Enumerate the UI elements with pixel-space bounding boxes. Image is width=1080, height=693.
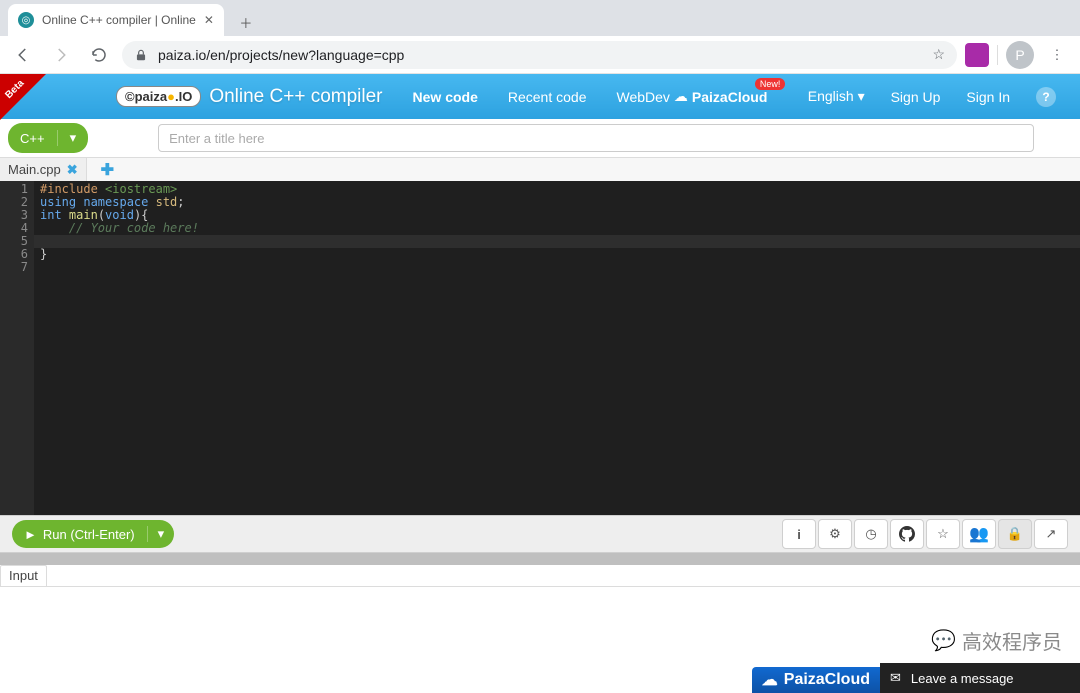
lock-icon: 🔒 (1007, 526, 1023, 542)
history-button[interactable]: ◷ (854, 519, 888, 549)
title-placeholder: Enter a title here (169, 131, 264, 146)
toolbar-icons: i ⚙ ◷ ☆ 👥 🔒 ↗ (782, 519, 1068, 549)
title-input[interactable]: Enter a title here (158, 124, 1034, 152)
caret-down-icon: ▾ (858, 88, 865, 104)
new-badge: New! (755, 78, 786, 90)
mail-icon: ✉ (890, 670, 901, 686)
github-icon (899, 526, 915, 542)
language-selector[interactable]: English ▾ (808, 88, 865, 105)
nav-recent-code[interactable]: Recent code (508, 88, 587, 105)
extension-icon[interactable] (965, 43, 989, 67)
browser-menu-button[interactable]: ⋮ (1042, 47, 1072, 63)
signin-link[interactable]: Sign In (966, 89, 1010, 105)
address-bar[interactable]: paiza.io/en/projects/new?language=cpp ☆ (122, 41, 957, 69)
lock-icon (134, 48, 148, 62)
cloud-icon: ☁ (762, 670, 778, 690)
editor-gutter: 1 2 3 4 5 6 7 (0, 181, 34, 515)
add-file-button[interactable]: ✚ (87, 160, 114, 180)
watermark-text: 高效程序员 (962, 626, 1062, 655)
wechat-icon: 💬 (931, 628, 956, 653)
language-name: C++ (8, 131, 57, 146)
brand-logo[interactable]: ©paiza●.IO (116, 86, 201, 107)
file-tab-row: Main.cpp ✖ ✚ (0, 157, 1080, 181)
code-editor[interactable]: 1 2 3 4 5 6 7 #include <iostream> using … (0, 181, 1080, 515)
io-tab-row: Input (0, 565, 1080, 587)
separator-bar (0, 553, 1080, 565)
nav-reload-button[interactable] (84, 40, 114, 70)
users-icon: 👥 (969, 524, 989, 544)
star-icon: ☆ (937, 526, 949, 542)
tab-close-button[interactable]: ✕ (204, 13, 214, 27)
clock-icon: ◷ (865, 526, 876, 542)
star-button[interactable]: ☆ (926, 519, 960, 549)
header-nav: New code Recent code WebDev ☁ PaizaCloud… (413, 88, 768, 105)
header-right: English ▾ Sign Up Sign In ? (808, 87, 1080, 107)
address-url: paiza.io/en/projects/new?language=cpp (158, 47, 404, 63)
editor-code-area[interactable]: #include <iostream> using namespace std;… (34, 181, 1080, 515)
run-toolbar: ► Run (Ctrl-Enter) ▾ i ⚙ ◷ ☆ 👥 🔒 ↗ (0, 515, 1080, 553)
browser-toolbar: paiza.io/en/projects/new?language=cpp ☆ … (0, 36, 1080, 74)
browser-tab[interactable]: ◎ Online C++ compiler | Online ✕ (8, 4, 224, 36)
paizacloud-banner[interactable]: ☁ PaizaCloud (752, 667, 880, 693)
chat-label: Leave a message (911, 671, 1014, 686)
cloud-icon: ☁ (674, 88, 688, 105)
language-title-row: C++ ▾ Enter a title here (0, 119, 1080, 157)
info-button[interactable]: i (782, 519, 816, 549)
browser-tab-strip: ◎ Online C++ compiler | Online ✕ ＋ (0, 0, 1080, 36)
share-button[interactable]: ↗ (1034, 519, 1068, 549)
tab-title: Online C++ compiler | Online (42, 13, 196, 27)
help-button[interactable]: ? (1036, 87, 1056, 107)
nav-new-code[interactable]: New code (413, 88, 478, 105)
profile-avatar[interactable]: P (1006, 41, 1034, 69)
nav-webdev[interactable]: WebDev ☁ PaizaCloud New! (616, 88, 767, 105)
page-title: Online C++ compiler (209, 86, 382, 108)
input-tab[interactable]: Input (0, 565, 47, 586)
bookmark-star-icon[interactable]: ☆ (932, 46, 945, 63)
run-label: Run (Ctrl-Enter) (43, 527, 135, 542)
language-dropdown[interactable]: C++ ▾ (8, 123, 88, 153)
chat-widget[interactable]: ✉ Leave a message (880, 663, 1080, 693)
file-tab-name: Main.cpp (8, 162, 61, 177)
file-tab-close-icon[interactable]: ✖ (67, 162, 78, 178)
signup-link[interactable]: Sign Up (891, 89, 941, 105)
run-dropdown-arrow[interactable]: ▾ (147, 526, 175, 542)
file-tab[interactable]: Main.cpp ✖ (0, 158, 87, 181)
private-button[interactable]: 🔒 (998, 519, 1032, 549)
collab-button[interactable]: 👥 (962, 519, 996, 549)
watermark: 💬 高效程序员 (931, 626, 1062, 655)
nav-webdev-label: WebDev (616, 89, 669, 105)
tab-favicon-icon: ◎ (18, 12, 34, 28)
paizacloud-label: PaizaCloud (784, 671, 870, 689)
nav-paizacloud-label: PaizaCloud (692, 89, 767, 105)
github-button[interactable] (890, 519, 924, 549)
gear-icon: ⚙ (829, 526, 841, 542)
caret-down-icon: ▾ (57, 130, 89, 146)
play-icon: ► (24, 527, 37, 542)
settings-button[interactable]: ⚙ (818, 519, 852, 549)
share-icon: ↗ (1046, 526, 1057, 542)
site-header: Beta ©paiza●.IO Online C++ compiler New … (0, 74, 1080, 119)
nav-forward-button[interactable] (46, 40, 76, 70)
run-button[interactable]: ► Run (Ctrl-Enter) ▾ (12, 520, 174, 548)
nav-back-button[interactable] (8, 40, 38, 70)
new-tab-button[interactable]: ＋ (232, 8, 260, 36)
